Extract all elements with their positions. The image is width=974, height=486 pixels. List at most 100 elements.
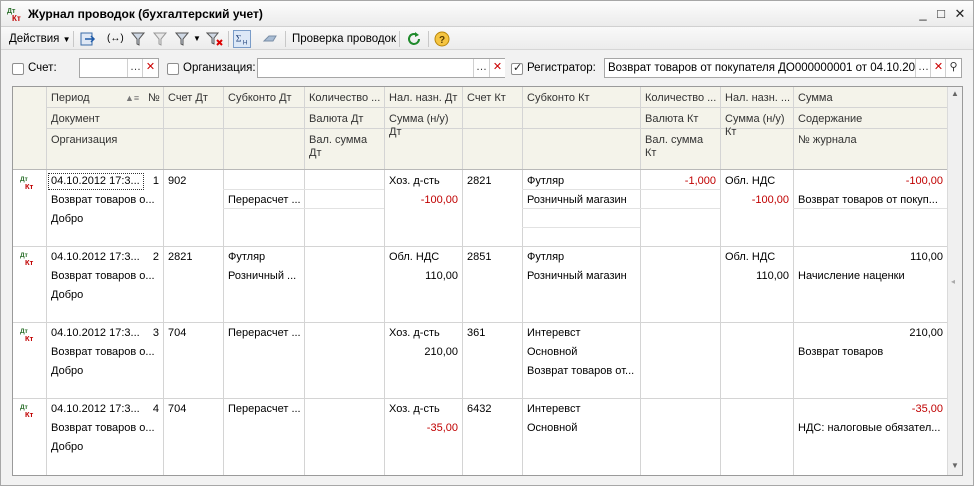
scroll-up-icon[interactable]: ▲: [951, 89, 959, 98]
registrar-clear-icon[interactable]: ✕: [930, 59, 946, 77]
org-filter-checkbox[interactable]: [167, 63, 179, 75]
kt-icon[interactable]: [261, 30, 279, 48]
cell-account-kt[interactable]: 2851: [463, 248, 495, 267]
cell-sum-nu-dt[interactable]: 110,00: [385, 267, 462, 286]
col-currency-dt[interactable]: Валюта Дт: [305, 110, 367, 129]
cell-subconto-kt-2[interactable]: Розничный магазин: [523, 267, 631, 286]
col-num[interactable]: №: [144, 89, 164, 108]
cell-subconto-kt-1[interactable]: Интеревст: [523, 400, 585, 419]
cell-tax-dt[interactable]: Хоз. д-сть: [385, 324, 444, 343]
col-account-dt[interactable]: Счет Дт: [164, 89, 212, 108]
cell-sum-nu-kt[interactable]: -100,00: [721, 191, 793, 210]
cell-subconto-dt-2[interactable]: Перерасчет ...: [224, 191, 305, 210]
cell-organization[interactable]: Добро: [47, 438, 87, 457]
cell-tax-dt[interactable]: Хоз. д-сть: [385, 172, 444, 191]
filter-clear-icon[interactable]: [206, 30, 224, 48]
org-filter-input[interactable]: [257, 58, 505, 78]
minimize-button[interactable]: _: [915, 6, 931, 22]
cell-subconto-dt-1[interactable]: [224, 172, 232, 178]
cell-account-dt[interactable]: 2821: [164, 248, 196, 267]
cell-subconto-kt-3[interactable]: Возврат товаров от...: [523, 362, 640, 381]
cell-organization[interactable]: Добро: [47, 362, 87, 381]
account-filter-checkbox[interactable]: [12, 63, 24, 75]
cell-account-kt[interactable]: 361: [463, 324, 489, 343]
col-tax-kt[interactable]: Нал. назн. ...: [721, 89, 793, 108]
cell-subconto-kt-2[interactable]: Основной: [523, 343, 581, 362]
registrar-filter-checkbox[interactable]: [511, 61, 523, 75]
filter-list-icon[interactable]: [174, 30, 192, 48]
cell-sum[interactable]: 110,00: [794, 248, 947, 267]
col-currency-kt[interactable]: Валюта Кт: [641, 110, 702, 129]
cell-num[interactable]: 4: [145, 400, 163, 419]
cell-sum-nu-dt[interactable]: -35,00: [385, 419, 462, 438]
cell-period[interactable]: 04.10.2012 17:3...: [47, 172, 145, 191]
org-clear-icon[interactable]: ✕: [489, 59, 505, 77]
cell-sum[interactable]: 210,00: [794, 324, 947, 343]
maximize-button[interactable]: □: [933, 6, 949, 22]
cell-sum-nu-kt[interactable]: 110,00: [721, 267, 793, 286]
cell-period[interactable]: 04.10.2012 17:3...: [47, 248, 145, 267]
registrar-search-icon[interactable]: ⚲: [945, 59, 961, 77]
col-subconto-kt[interactable]: Субконто Кт: [523, 89, 594, 108]
cell-subconto-kt-1[interactable]: Интеревст: [523, 324, 585, 343]
export-icon[interactable]: [79, 30, 97, 48]
account-clear-icon[interactable]: ✕: [142, 59, 158, 77]
col-qty-dt[interactable]: Количество ...: [305, 89, 384, 108]
col-tax-dt[interactable]: Нал. назн. Дт: [385, 89, 462, 108]
vertical-scrollbar[interactable]: ▲ ◂ ▼: [947, 87, 962, 475]
cell-sum[interactable]: -35,00: [794, 400, 947, 419]
cell-subconto-kt-1[interactable]: Футляр: [523, 248, 568, 267]
col-account-kt[interactable]: Счет Кт: [463, 89, 510, 108]
cell-organization[interactable]: Добро: [47, 286, 87, 305]
cell-num[interactable]: 2: [145, 248, 163, 267]
cell-document[interactable]: Возврат товаров о...: [47, 267, 163, 286]
cell-num[interactable]: 3: [145, 324, 163, 343]
cell-sum[interactable]: -100,00: [794, 172, 947, 191]
cell-sum-nu-dt[interactable]: -100,00: [385, 191, 462, 210]
cell-subconto-kt-2[interactable]: Основной: [523, 419, 581, 438]
cell-subconto-dt-1[interactable]: Перерасчет ...: [224, 324, 304, 343]
cell-organization[interactable]: Добро: [47, 210, 87, 229]
cell-tax-dt[interactable]: Обл. НДС: [385, 248, 443, 267]
registrar-select-button[interactable]: …: [915, 59, 931, 77]
filter-icon[interactable]: [130, 30, 148, 48]
col-document[interactable]: Документ: [47, 110, 104, 129]
cell-account-dt[interactable]: 704: [164, 324, 190, 343]
cell-account-kt[interactable]: 2821: [463, 172, 495, 191]
refresh-icon[interactable]: [405, 30, 423, 48]
cell-subconto-dt-2[interactable]: Розничный ...: [224, 267, 304, 286]
cell-document[interactable]: Возврат товаров о...: [47, 419, 163, 438]
sort-icon[interactable]: ▲≡: [121, 89, 143, 108]
cell-period[interactable]: 04.10.2012 17:3...: [47, 324, 145, 343]
cell-document[interactable]: Возврат товаров о...: [47, 191, 163, 210]
col-sum[interactable]: Сумма: [794, 89, 837, 108]
cell-tax-kt[interactable]: Обл. НДС: [721, 248, 779, 267]
cell-tax-kt[interactable]: Обл. НДС: [721, 172, 779, 191]
cell-subconto-kt-2[interactable]: Розничный магазин: [523, 191, 631, 210]
cell-content[interactable]: НДС: налоговые обязател...: [794, 419, 947, 438]
cell-subconto-dt-1[interactable]: Футляр: [224, 248, 269, 267]
col-organization[interactable]: Организация: [47, 131, 121, 150]
cell-content[interactable]: Возврат товаров: [794, 343, 947, 362]
col-qty-kt[interactable]: Количество ...: [641, 89, 720, 108]
cell-subconto-dt-1[interactable]: Перерасчет ...: [224, 400, 304, 419]
org-select-button[interactable]: …: [473, 59, 489, 77]
cell-qty-kt[interactable]: -1,000: [641, 172, 720, 191]
cell-subconto-kt-1[interactable]: Футляр: [523, 172, 568, 191]
account-select-button[interactable]: …: [127, 59, 143, 77]
actions-menu[interactable]: Действия ▼: [9, 30, 71, 48]
cell-document[interactable]: Возврат товаров о...: [47, 343, 163, 362]
scroll-thumb-icon[interactable]: ◂: [951, 277, 955, 286]
col-subconto-dt[interactable]: Субконто Дт: [224, 89, 296, 108]
filter-value-icon[interactable]: [152, 30, 170, 48]
cell-num[interactable]: 1: [145, 172, 163, 191]
cell-sum-nu-dt[interactable]: 210,00: [385, 343, 462, 362]
cell-content[interactable]: Возврат товаров от покуп...: [794, 191, 947, 210]
scroll-down-icon[interactable]: ▼: [951, 461, 959, 470]
registrar-filter-input[interactable]: Возврат товаров от покупателя ДО00000000…: [604, 58, 962, 78]
cell-content[interactable]: Начисление наценки: [794, 267, 947, 286]
col-content[interactable]: Содержание: [794, 110, 866, 129]
filter-dropdown-arrow-icon[interactable]: ▼: [193, 30, 201, 48]
col-journal-no[interactable]: № журнала: [794, 131, 861, 150]
cell-account-dt[interactable]: 902: [164, 172, 190, 191]
